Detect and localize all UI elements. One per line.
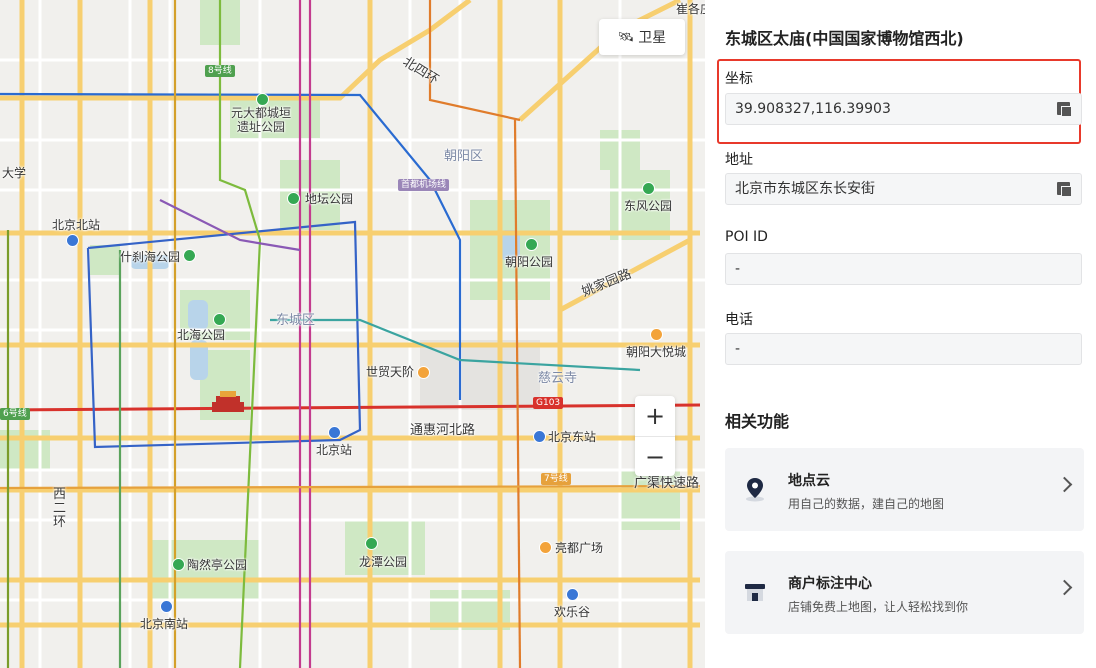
map-label-yuandadu: 元大都城垣 遗址公园 [231,106,292,134]
place-detail-panel: 东城区太庙(中国国家博物馆西北) 坐标 39.908327,116.39903 … [705,0,1096,668]
map-label-xierhuan: 西 二 环 [53,487,67,530]
map-label-chaoyang-park: 朝阳公园 [505,255,554,269]
park-icon [525,238,538,251]
coordinate-value: 39.908327,116.39903 [735,101,891,117]
amusement-icon [566,588,579,601]
station-icon [328,426,341,439]
coordinate-label: 坐标 [725,71,753,87]
map-label-beijing-south: 北京南站 [140,617,189,631]
map-view[interactable]: 崔各庄 北四环 8号线 元大都城垣 遗址公园 朝阳区 首都机场线 大学 地坛公园… [0,0,705,668]
phone-label: 电话 [725,312,753,328]
satellite-icon: 🛰 [617,29,635,45]
map-label-dongfeng: 东风公园 [624,199,673,213]
copy-icon[interactable] [1057,102,1072,117]
metro-line-6-badge: 6号线 [0,408,30,420]
map-label-beijing-north: 北京北站 [52,218,101,232]
poi-id-field[interactable]: - [725,253,1082,285]
zoom-out-button[interactable]: − [635,436,675,477]
station-icon [160,600,173,613]
park-icon [213,313,226,326]
coordinate-field[interactable]: 39.908327,116.39903 [725,93,1082,125]
mall-icon [417,366,430,379]
satellite-label: 卫星 [638,30,667,46]
card-subtitle: 店铺免费上地图，让人轻松找到你 [788,600,969,614]
zoom-control: + − [635,396,675,476]
park-icon [256,93,269,106]
mall-icon [539,541,552,554]
related-features-title: 相关功能 [725,412,790,431]
map-label-chaoyang-district: 朝阳区 [444,149,484,164]
map-label-daxue: 大学 [2,166,27,180]
address-field[interactable]: 北京市东城区东长安街 [725,173,1082,205]
card-merchant-center[interactable]: 商户标注中心 店铺免费上地图，让人轻松找到你 [725,551,1084,634]
place-title: 东城区太庙(中国国家博物馆西北) [725,29,964,48]
map-label-taoranting: 陶然亭公园 [187,558,248,572]
map-label-beijing-station: 北京站 [316,443,353,457]
metro-line-8-badge: 8号线 [205,65,235,77]
park-icon [172,558,185,571]
map-label-huanlegu: 欢乐谷 [554,605,591,619]
card-title: 商户标注中心 [788,576,872,592]
poi-id-label: POI ID [725,229,768,245]
g103-badge: G103 [533,397,564,409]
park-icon [287,192,300,205]
metro-line-7-badge: 7号线 [541,473,571,485]
map-label-beijing-east: 北京东站 [548,430,597,444]
map-label-longtan: 龙潭公园 [359,555,408,569]
card-title: 地点云 [788,473,830,489]
map-label-ciyunsi: 慈云寺 [538,371,578,386]
map-canvas [0,0,705,668]
mall-icon [650,328,663,341]
park-icon [642,182,655,195]
map-label-cuijiazhuang: 崔各庄 [676,2,705,16]
card-subtitle: 用自己的数据，建自己的地图 [788,497,945,511]
card-place-cloud[interactable]: 地点云 用自己的数据，建自己的地图 [725,448,1084,531]
park-icon [365,537,378,550]
copy-icon[interactable] [1057,182,1072,197]
park-icon [183,249,196,262]
address-value: 北京市东城区东长安街 [735,181,875,197]
map-label-ditan: 地坛公园 [305,192,354,206]
map-label-beihai: 北海公园 [177,328,226,342]
zoom-in-button[interactable]: + [635,396,675,436]
station-icon [66,234,79,247]
map-label-joycity: 朝阳大悦城 [626,345,687,359]
airport-line-badge: 首都机场线 [398,179,450,191]
satellite-toggle-button[interactable]: 🛰 卫星 [599,19,685,55]
address-label: 地址 [725,152,753,168]
phone-field[interactable]: - [725,333,1082,365]
storefront-icon [745,584,765,601]
chevron-right-icon [1056,476,1073,493]
map-label-dongcheng: 东城区 [276,313,316,328]
map-label-shichahai: 什刹海公园 [120,250,181,264]
map-label-liangma: 亮都广场 [555,541,604,555]
map-label-shimao: 世贸天阶 [366,365,415,379]
location-pin-icon [746,478,764,502]
station-icon [533,430,546,443]
chevron-right-icon [1056,579,1073,596]
map-label-tonghuihe: 通惠河北路 [410,423,476,438]
